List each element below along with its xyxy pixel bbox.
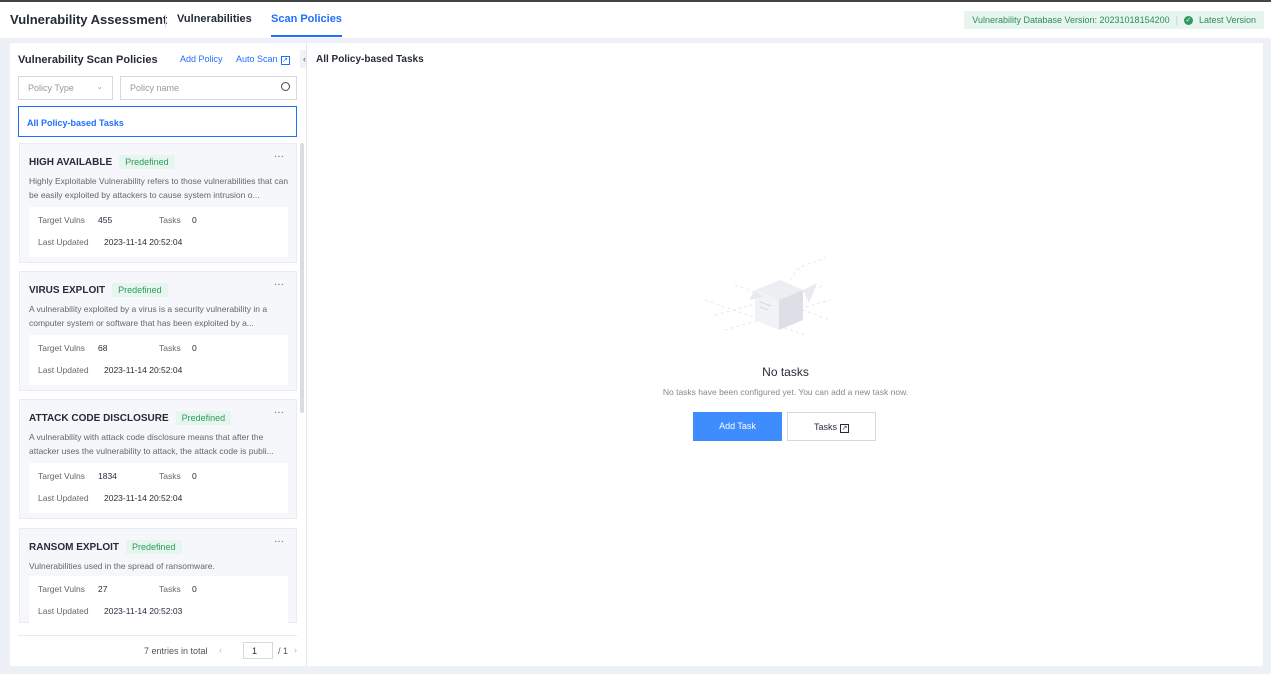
policy-card[interactable]: ATTACK CODE DISCLOSURE Predefined ··· A v… <box>19 399 297 519</box>
target-vulns-label: Target Vulns <box>38 584 85 594</box>
add-policy-link[interactable]: Add Policy <box>180 54 223 64</box>
latest-version: Latest Version <box>1198 15 1256 25</box>
all-policy-tasks-item[interactable]: All Policy-based Tasks <box>18 106 297 137</box>
last-updated-label: Last Updated <box>38 493 89 503</box>
policy-name: VIRUS EXPLOIT <box>29 284 106 296</box>
predefined-badge: Predefined <box>175 411 232 425</box>
more-icon[interactable]: ··· <box>274 279 284 290</box>
policy-card[interactable]: VIRUS EXPLOIT Predefined ··· A vulnerabil… <box>19 271 297 391</box>
tasks-value: 0 <box>192 343 197 353</box>
tasks-button-label: Tasks <box>813 422 837 432</box>
policy-name-input[interactable]: Policy name <box>120 76 297 100</box>
auto-scan-link[interactable]: Auto Scan ↗ <box>236 54 290 65</box>
policy-description: A vulnerability with attack code disclos… <box>29 432 274 456</box>
target-vulns-value: 455 <box>98 215 113 225</box>
divider: | <box>1175 15 1178 25</box>
tasks-button[interactable]: Tasks ↗ <box>787 412 876 441</box>
scrollbar[interactable] <box>300 143 304 413</box>
next-page-button[interactable]: › <box>294 645 297 655</box>
last-updated-value: 2023-11-14 20:52:04 <box>104 493 183 503</box>
db-version-badge: Vulnerability Database Version: 20231018… <box>964 11 1264 29</box>
more-icon[interactable]: ··· <box>274 407 284 418</box>
last-updated-label: Last Updated <box>38 237 89 247</box>
policy-stats: Target Vulns 1834 Tasks 0 Last Updated 2023… <box>29 463 288 513</box>
policy-name: HIGH AVAILABLE <box>29 156 113 168</box>
policy-stats: Target Vulns 455 Tasks 0 Last Updated 2023-… <box>29 207 288 257</box>
page-input[interactable]: 1 <box>243 642 273 659</box>
divider <box>165 14 166 28</box>
policy-list: HIGH AVAILABLE Predefined ··· Highly Expl… <box>18 143 297 633</box>
predefined-badge: Predefined <box>119 155 175 169</box>
prev-page-button[interactable]: ‹ <box>219 645 222 655</box>
pagination: 7 entries in total ‹ 1 / 1 › <box>18 635 297 665</box>
chevron-down-icon: ⌄ <box>96 82 103 91</box>
policy-sidebar: Vulnerability Scan Policies Add Policy A… <box>10 43 309 666</box>
tasks-value: 0 <box>192 584 197 594</box>
tasks-label: Tasks <box>159 584 181 594</box>
last-updated-value: 2023-11-14 20:52:03 <box>104 606 183 616</box>
policy-stats: Target Vulns 27 Tasks 0 Last Updated 2023-1… <box>29 576 288 626</box>
tasks-panel: All Policy-based Tasks No tasks No tasks… <box>306 43 1263 666</box>
policy-name-placeholder: Policy name <box>130 83 180 93</box>
app-title: Vulnerability Assessment <box>10 12 168 27</box>
target-vulns-label: Target Vulns <box>38 343 85 353</box>
tab-vulnerabilities[interactable]: Vulnerabilities <box>177 13 252 25</box>
empty-description: No tasks have been configured yet. You c… <box>662 387 909 397</box>
top-bar: Vulnerability Assessment Vulnerabilities… <box>0 0 1271 38</box>
page-count: / 1 <box>278 646 289 656</box>
policy-stats: Target Vulns 68 Tasks 0 Last Updated 2023-1… <box>29 335 288 385</box>
predefined-badge: Predefined <box>126 540 182 554</box>
tab-scan-policies[interactable]: Scan Policies <box>271 13 342 37</box>
more-icon[interactable]: ··· <box>274 151 284 162</box>
more-icon[interactable]: ··· <box>274 536 284 547</box>
auto-scan-label: Auto Scan <box>236 54 278 64</box>
external-link-icon: ↗ <box>280 56 290 65</box>
tasks-value: 0 <box>192 215 197 225</box>
target-vulns-label: Target Vulns <box>38 471 85 481</box>
policy-description: A vulnerability exploited by a virus is … <box>29 304 268 328</box>
target-vulns-value: 68 <box>98 343 108 353</box>
last-updated-label: Last Updated <box>38 606 89 616</box>
policy-name: RANSOM EXPLOIT <box>29 541 120 553</box>
check-circle-icon: ✓ <box>1183 15 1193 25</box>
total-entries: 7 entries in total <box>144 646 208 656</box>
target-vulns-label: Target Vulns <box>38 215 85 225</box>
policy-type-select[interactable]: Policy Type ⌄ <box>18 76 113 100</box>
policy-description: Vulnerabilities used in the spread of ra… <box>29 561 215 571</box>
empty-box-icon <box>705 256 831 336</box>
search-icon <box>281 82 290 91</box>
last-updated-value: 2023-11-14 20:52:04 <box>104 365 183 375</box>
policy-name: ATTACK CODE DISCLOSURE <box>29 412 169 424</box>
tasks-label: Tasks <box>159 215 181 225</box>
add-task-button[interactable]: Add Task <box>693 412 782 441</box>
last-updated-value: 2023-11-14 20:52:04 <box>104 237 183 247</box>
panel-title: All Policy-based Tasks <box>316 54 424 65</box>
external-link-icon: ↗ <box>840 424 849 433</box>
db-version: Vulnerability Database Version: 20231018… <box>972 15 1170 25</box>
tasks-value: 0 <box>192 471 197 481</box>
predefined-badge: Predefined <box>112 283 168 297</box>
target-vulns-value: 27 <box>98 584 108 594</box>
sidebar-title: Vulnerability Scan Policies <box>18 54 158 66</box>
tasks-label: Tasks <box>159 471 181 481</box>
policy-card[interactable]: HIGH AVAILABLE Predefined ··· Highly Expl… <box>19 143 297 263</box>
policy-type-placeholder: Policy Type <box>28 83 74 93</box>
policy-card[interactable]: RANSOM EXPLOIT Predefined ··· Vulnerabili… <box>19 528 297 626</box>
policy-description: Highly Exploitable Vulnerability refers … <box>29 176 289 200</box>
last-updated-label: Last Updated <box>38 365 89 375</box>
empty-title: No tasks <box>762 365 809 379</box>
tasks-label: Tasks <box>159 343 181 353</box>
target-vulns-value: 1834 <box>98 471 117 481</box>
